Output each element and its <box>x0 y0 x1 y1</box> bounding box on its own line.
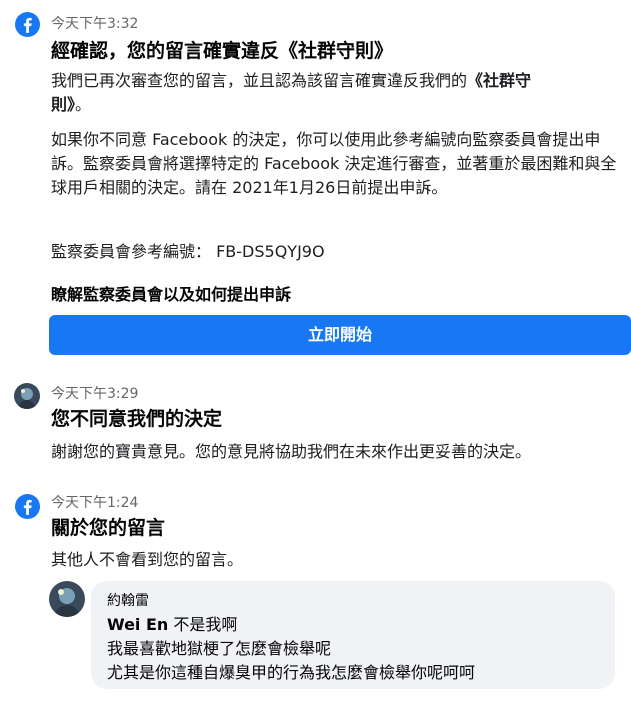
commenter-avatar[interactable] <box>49 581 85 617</box>
timestamp: 今天下午3:29 <box>51 386 139 402</box>
comment-line: Wei En 不是我啊 <box>107 615 238 634</box>
mention-tag[interactable]: Wei En <box>107 615 168 634</box>
message-title: 經確認，您的留言確實違反《社群守則》 <box>51 40 394 62</box>
message-paragraph: 我們已再次審查您的留言，並且認為該留言確實違反我們的《社群守 則》。 <box>51 71 532 114</box>
comment-line: 尤其是你這種自爆臭甲的行為我怎麼會檢舉你呢呵呵 <box>107 663 476 682</box>
learn-more-link[interactable]: 瞭解監察委員會以及如何提出申訴 <box>51 281 291 305</box>
reference-number: 監察委員會參考編號： FB-DS5QYJ9O <box>51 242 325 261</box>
message-title: 關於您的留言 <box>51 517 166 539</box>
timestamp: 今天下午1:24 <box>51 495 139 511</box>
user-avatar[interactable] <box>14 383 40 409</box>
message-body: 其他人不會看到您的留言。 <box>51 550 244 569</box>
comment-bubble: 約翰雷 Wei En 不是我啊 我最喜歡地獄梗了怎麼會檢舉呢 尤其是你這種自爆臭… <box>91 581 615 689</box>
appeal-info-paragraph: 如果你不同意 Facebook 的決定，你可以使用此參考編號向監察委員會提出申訴… <box>51 130 617 197</box>
timestamp: 今天下午3:32 <box>51 16 139 32</box>
message-title: 您不同意我們的決定 <box>51 408 223 430</box>
comment-author[interactable]: 約翰雷 <box>107 590 149 610</box>
start-appeal-button[interactable]: 立即開始 <box>49 315 631 355</box>
facebook-icon <box>15 494 40 519</box>
message-body: 謝謝您的寶貴意見。您的意見將協助我們在未來作出更妥善的決定。 <box>51 442 532 461</box>
comment-line: 我最喜歡地獄梗了怎麼會檢舉呢 <box>107 639 332 658</box>
facebook-icon <box>15 12 40 37</box>
